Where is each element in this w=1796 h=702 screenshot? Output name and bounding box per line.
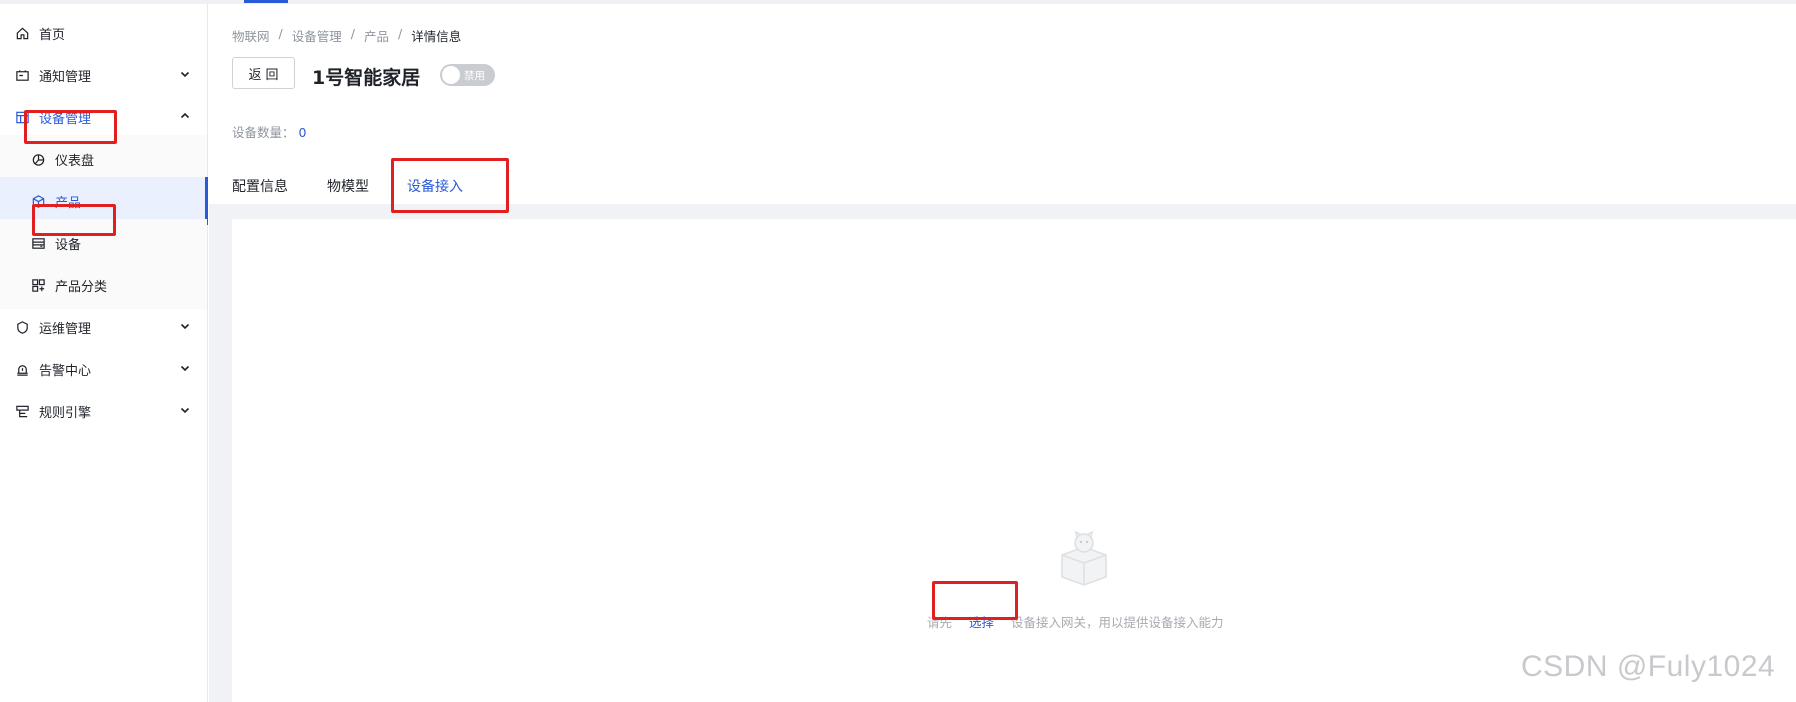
breadcrumb-separator: / <box>278 26 283 41</box>
highlight-box-product <box>32 204 116 236</box>
sidebar-item-notice[interactable]: 通知管理 <box>0 51 207 99</box>
sidebar-item-home[interactable]: 首页 <box>0 9 207 57</box>
breadcrumb-current: 详情信息 <box>411 29 462 44</box>
highlight-box-select-link <box>932 581 1018 620</box>
sidebar: 首页 通知管理 设备管理 仪表盘 产品 设备 产品分类 运维管理 告警中心 规则… <box>0 4 208 702</box>
breadcrumb-item[interactable]: 产品 <box>364 26 389 45</box>
tab-thing-model[interactable]: 物模型 <box>327 176 369 196</box>
content-panel: 请先 选择 设备接入网关，用以提供设备接入能力 <box>232 219 1796 702</box>
alarm-icon <box>14 361 30 377</box>
back-button[interactable]: 返回 <box>232 57 295 89</box>
sidebar-item-label: 设备 <box>55 237 82 253</box>
highlight-box-device-access-tab <box>391 158 509 213</box>
toggle-label: 禁用 <box>464 70 485 82</box>
watermark: CSDN @Fuly1024 <box>1521 650 1776 683</box>
toggle-knob <box>442 66 460 84</box>
sidebar-item-ops[interactable]: 运维管理 <box>0 303 207 351</box>
device-count-label: 设备数量： <box>232 125 295 140</box>
sidebar-item-label: 产品分类 <box>55 279 108 295</box>
device-icon <box>30 235 46 251</box>
tab-config[interactable]: 配置信息 <box>232 176 288 196</box>
chevron-down-icon <box>180 71 190 78</box>
device-count-value[interactable]: 0 <box>299 125 307 140</box>
sidebar-item-rule[interactable]: 规则引擎 <box>0 387 207 435</box>
sidebar-item-label: 运维管理 <box>39 321 92 337</box>
breadcrumb-separator: / <box>350 26 355 41</box>
device-count: 设备数量： 0 <box>232 122 306 141</box>
breadcrumb-item[interactable]: 物联网 <box>232 26 270 45</box>
sidebar-item-label: 仪表盘 <box>55 153 95 169</box>
sidebar-item-alarm[interactable]: 告警中心 <box>0 345 207 393</box>
chevron-down-icon <box>180 323 190 330</box>
home-icon <box>14 25 30 41</box>
rule-icon <box>14 403 30 419</box>
highlight-box-device-manage <box>24 110 117 144</box>
sidebar-item-label: 首页 <box>39 27 66 43</box>
breadcrumb-separator: / <box>397 26 403 41</box>
category-icon <box>30 277 46 293</box>
chevron-up-icon <box>180 112 190 119</box>
empty-suffix: 设备接入网关，用以提供设备接入能力 <box>1011 615 1224 630</box>
notice-icon <box>14 67 30 83</box>
sidebar-item-label: 告警中心 <box>39 363 92 379</box>
empty-box-icon <box>1061 530 1107 586</box>
page-title: 1号智能家居 <box>312 67 421 89</box>
breadcrumb: 物联网 / 设备管理 / 产品 / 详情信息 <box>232 26 461 45</box>
enable-toggle[interactable]: 禁用 <box>440 64 495 86</box>
chevron-down-icon <box>180 407 190 414</box>
ops-icon <box>14 319 30 335</box>
dashboard-icon <box>30 151 46 167</box>
sidebar-item-label: 通知管理 <box>39 69 92 85</box>
top-active-indicator <box>244 0 288 3</box>
content-background: 请先 选择 设备接入网关，用以提供设备接入能力 <box>209 204 1796 702</box>
app-window: 首页 通知管理 设备管理 仪表盘 产品 设备 产品分类 运维管理 告警中心 规则… <box>0 0 1796 702</box>
sidebar-item-category[interactable]: 产品分类 <box>0 261 207 309</box>
chevron-down-icon <box>180 365 190 372</box>
breadcrumb-item[interactable]: 设备管理 <box>292 26 342 45</box>
sidebar-item-label: 规则引擎 <box>39 405 92 421</box>
